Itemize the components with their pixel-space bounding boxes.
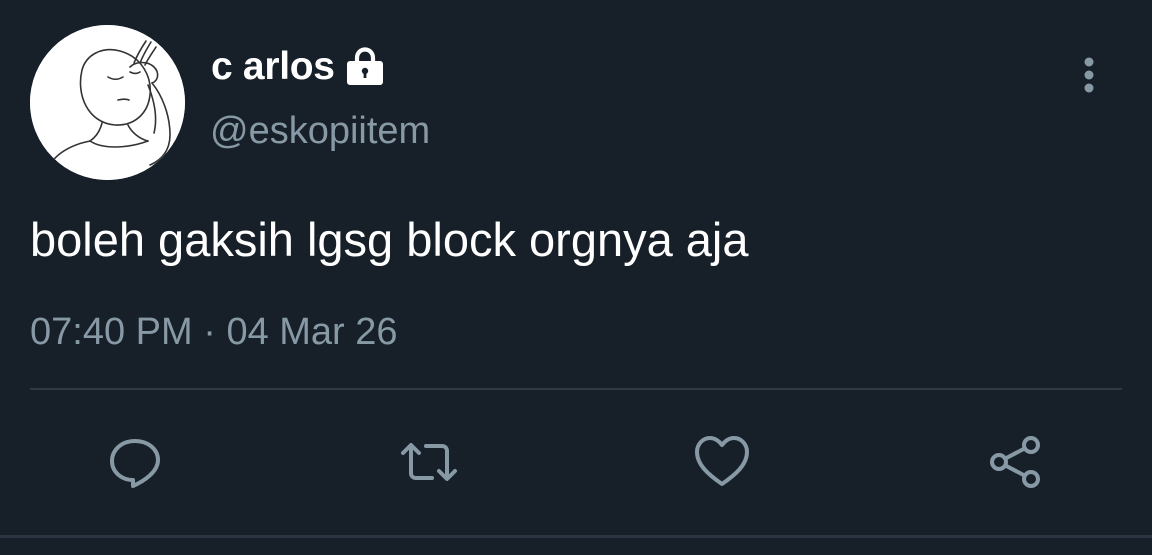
facepalm-meme-avatar-icon <box>30 25 185 180</box>
more-options-icon[interactable] <box>1074 55 1104 95</box>
divider <box>30 388 1122 390</box>
meta-separator: · <box>203 311 216 353</box>
tweet-date: 04 Mar 26 <box>226 311 398 353</box>
tweet-card: c arlos @eskopiitem boleh gaksih lgsg bl… <box>0 0 1152 555</box>
tweet-time: 07:40 PM <box>30 311 193 353</box>
reply-button[interactable] <box>105 432 165 492</box>
like-button[interactable] <box>692 432 752 492</box>
tweet-text: boleh gaksih lgsg block orgnya aja <box>30 213 749 266</box>
share-icon <box>990 436 1040 488</box>
user-handle[interactable]: @eskopiitem <box>210 110 430 153</box>
retweet-icon <box>401 443 457 481</box>
reply-icon <box>110 439 160 488</box>
user-name-row: c arlos <box>211 44 386 90</box>
retweet-button[interactable] <box>399 432 459 492</box>
lock-icon <box>344 46 386 88</box>
avatar[interactable] <box>30 25 185 180</box>
share-button[interactable] <box>986 432 1046 492</box>
bottom-divider <box>0 535 1152 538</box>
display-name[interactable]: c arlos <box>211 45 335 89</box>
tweet-timestamp[interactable]: 07:40 PM · 04 Mar 26 <box>30 311 398 354</box>
heart-icon <box>695 436 749 486</box>
